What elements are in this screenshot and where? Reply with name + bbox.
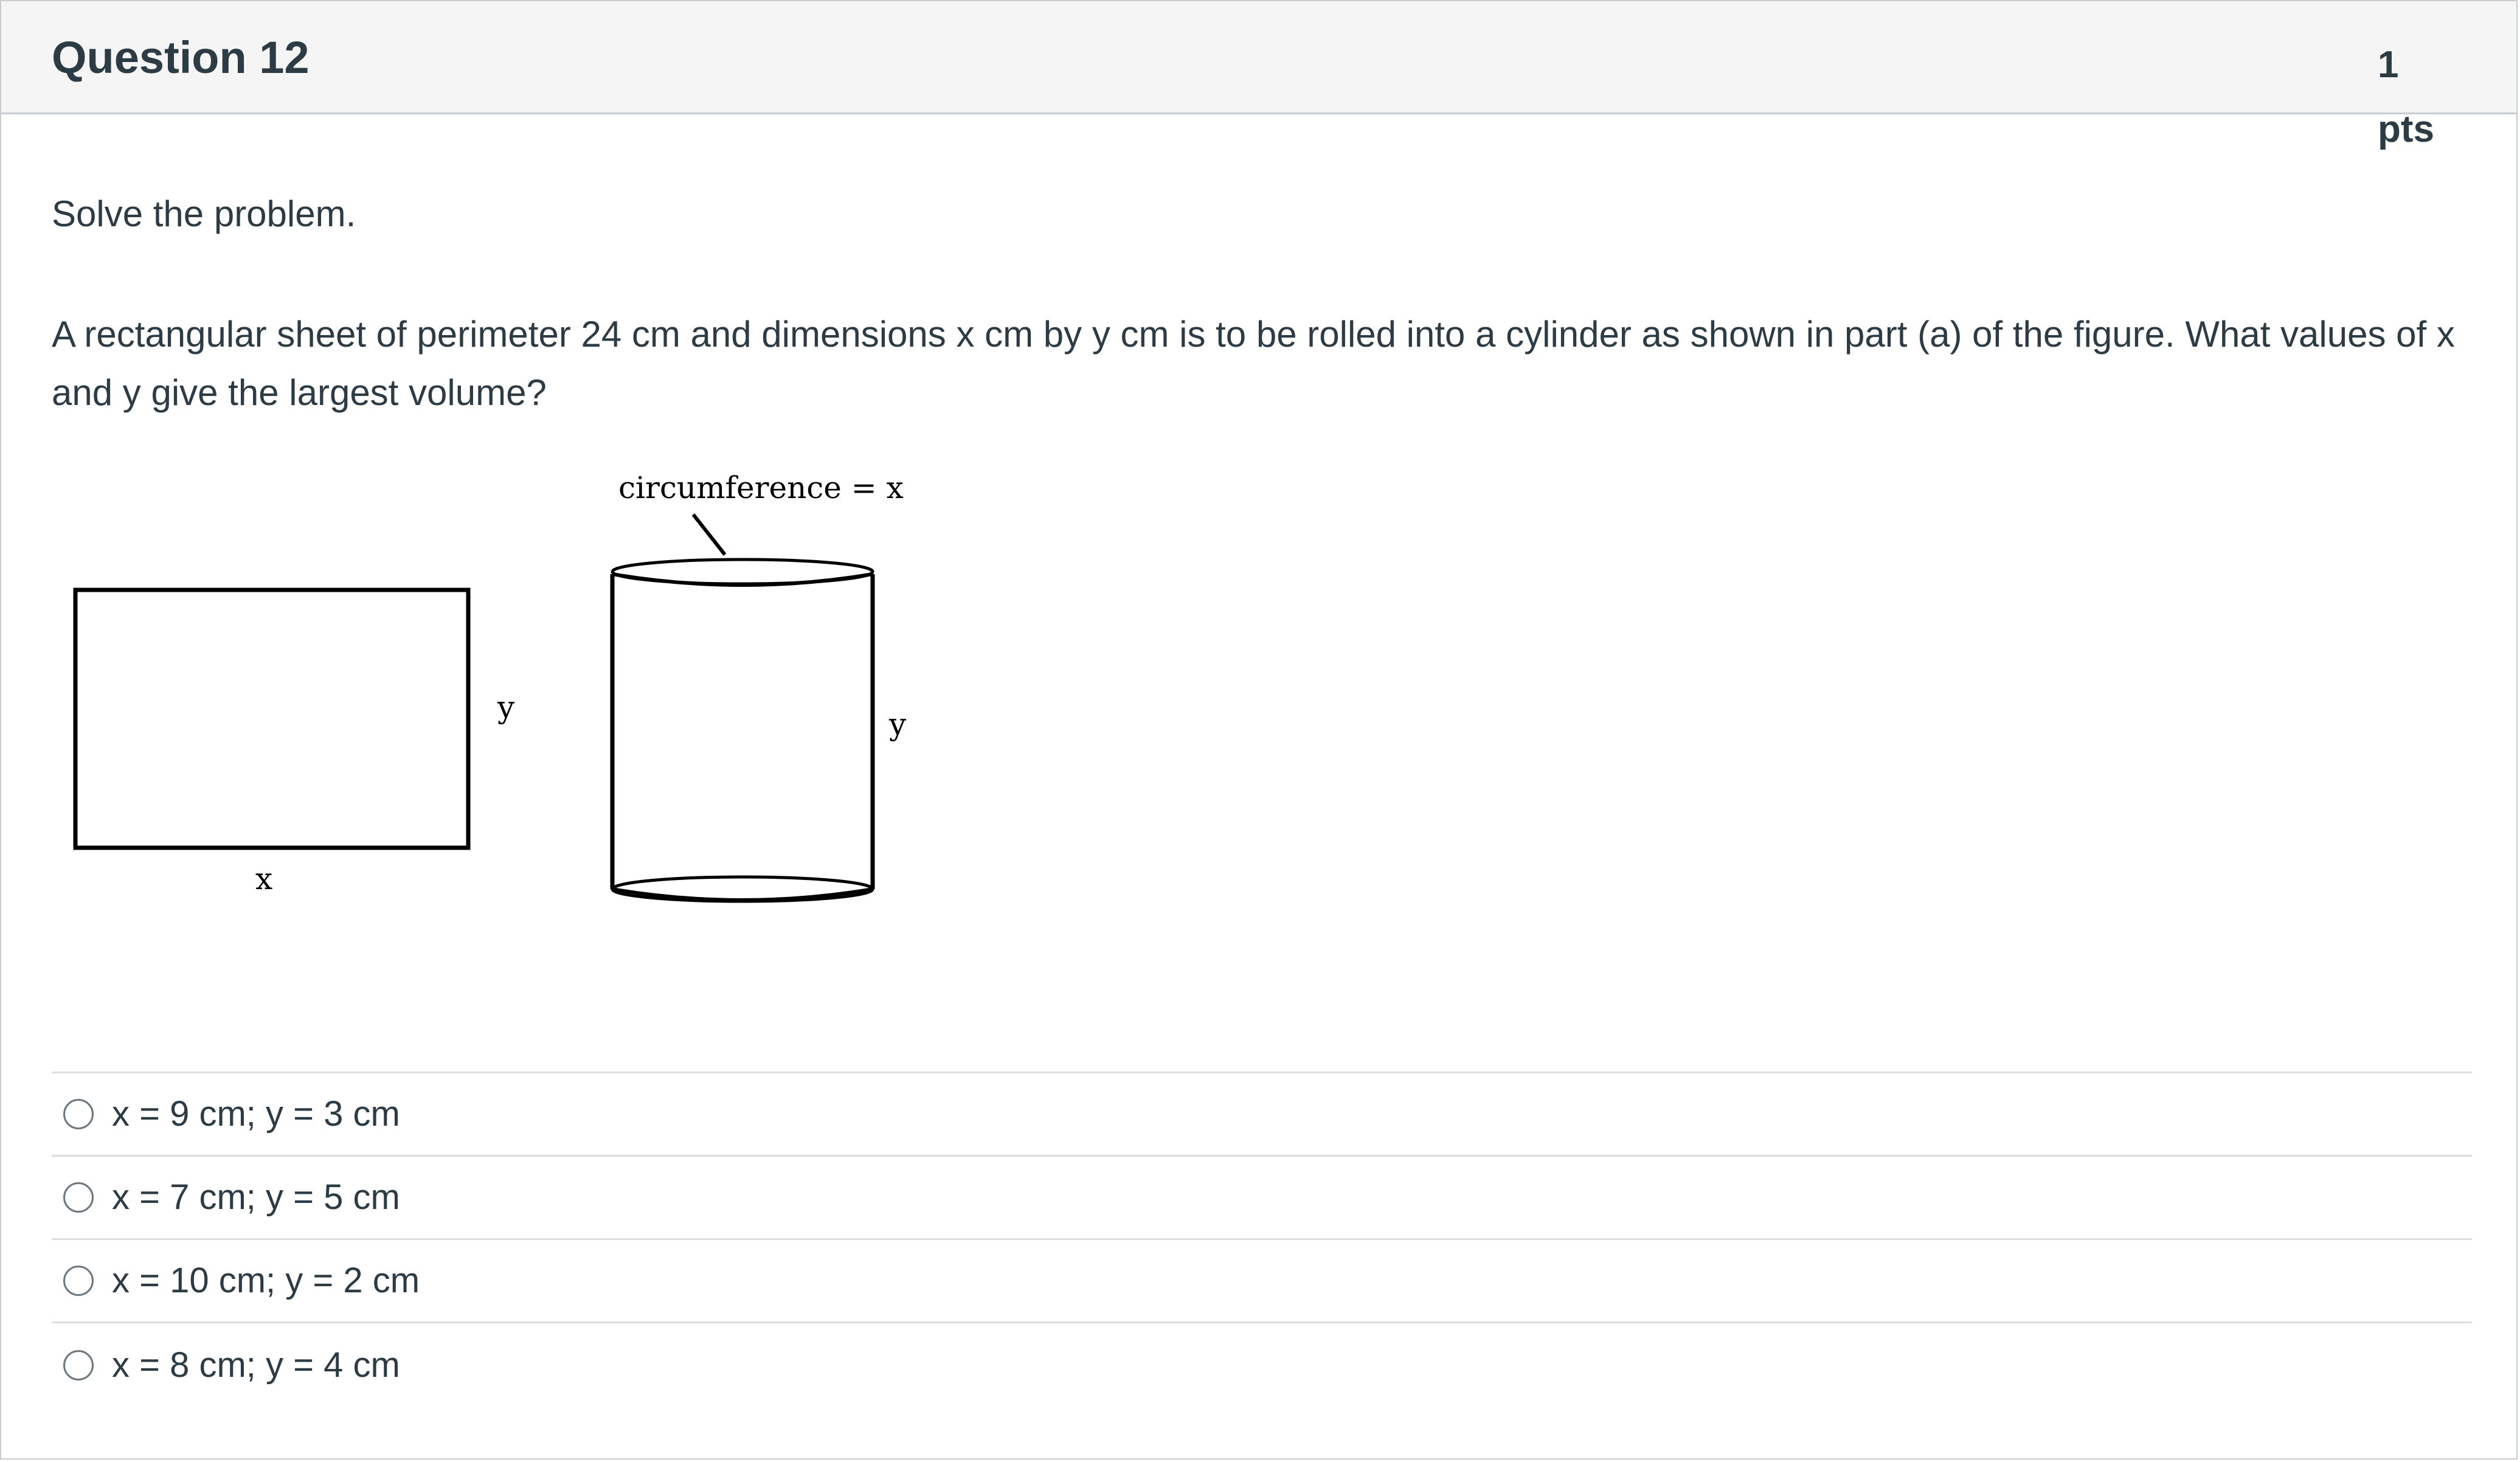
- sheet-rectangle: [73, 587, 471, 850]
- answer-label[interactable]: x = 8 cm; y = 4 cm: [112, 1344, 400, 1387]
- problem-figure: x y circumference = x y: [62, 469, 950, 950]
- question-text: A rectangular sheet of perimeter 24 cm a…: [52, 314, 2455, 413]
- radio-button[interactable]: [63, 1099, 94, 1129]
- radio-button[interactable]: [63, 1349, 94, 1381]
- answer-option[interactable]: x = 10 cm; y = 2 cm: [52, 1240, 2472, 1323]
- radio-button[interactable]: [63, 1266, 94, 1296]
- answer-option[interactable]: x = 7 cm; y = 5 cm: [52, 1157, 2472, 1240]
- answer-label[interactable]: x = 9 cm; y = 3 cm: [112, 1093, 400, 1135]
- circumference-pointer: [691, 513, 727, 556]
- sheet-height-label: y: [497, 690, 515, 725]
- answer-label[interactable]: x = 10 cm; y = 2 cm: [112, 1259, 420, 1302]
- cylinder-circumference-label: circumference = x: [618, 470, 904, 505]
- answer-list: x = 9 cm; y = 3 cm x = 7 cm; y = 5 cm x …: [52, 1072, 2472, 1407]
- answer-label[interactable]: x = 7 cm; y = 5 cm: [112, 1176, 400, 1219]
- cylinder-height-label: y: [888, 707, 907, 742]
- question-card: Question 12 1 pts Solve the problem. A r…: [0, 0, 2518, 1460]
- cylinder-drawing: [610, 513, 875, 903]
- question-points: 1 pts: [2378, 44, 2434, 150]
- sheet-width-label: x: [255, 861, 272, 896]
- answer-option[interactable]: x = 9 cm; y = 3 cm: [52, 1073, 2472, 1157]
- question-title: Question 12: [52, 32, 310, 83]
- question-header: Question 12 1 pts: [1, 1, 2516, 150]
- answer-option[interactable]: x = 8 cm; y = 4 cm: [52, 1323, 2472, 1407]
- question-instructions: Solve the problem.: [52, 193, 356, 234]
- radio-button[interactable]: [63, 1182, 94, 1213]
